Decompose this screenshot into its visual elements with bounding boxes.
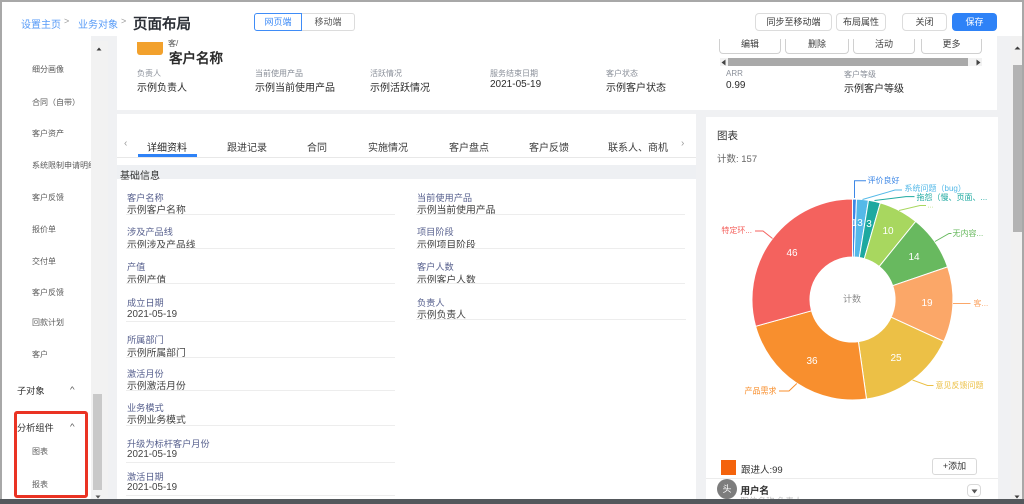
svg-text:10: 10 (882, 226, 894, 237)
svg-text:特定环...: 特定环... (721, 225, 752, 235)
svg-text:计数: 计数 (843, 293, 861, 304)
svg-text:36: 36 (806, 356, 818, 367)
svg-text:产品需求: 产品需求 (745, 386, 777, 396)
svg-text:25: 25 (890, 353, 902, 364)
svg-text:无内容...: 无内容... (953, 228, 984, 238)
svg-text:3: 3 (866, 219, 872, 230)
svg-text:意见反馈问题: 意见反馈问题 (936, 380, 984, 390)
svg-text:系统问题（bug）: 系统问题（bug） (905, 183, 966, 193)
svg-text:...: ... (928, 203, 934, 210)
svg-text:14: 14 (908, 252, 920, 263)
svg-text:3: 3 (857, 218, 863, 229)
svg-text:客...: 客... (974, 298, 989, 308)
svg-text:评价良好: 评价良好 (868, 175, 900, 185)
svg-text:19: 19 (921, 298, 933, 309)
svg-text:46: 46 (786, 248, 798, 259)
svg-text:拖怨（慢、页面、...: 拖怨（慢、页面、... (917, 192, 988, 202)
